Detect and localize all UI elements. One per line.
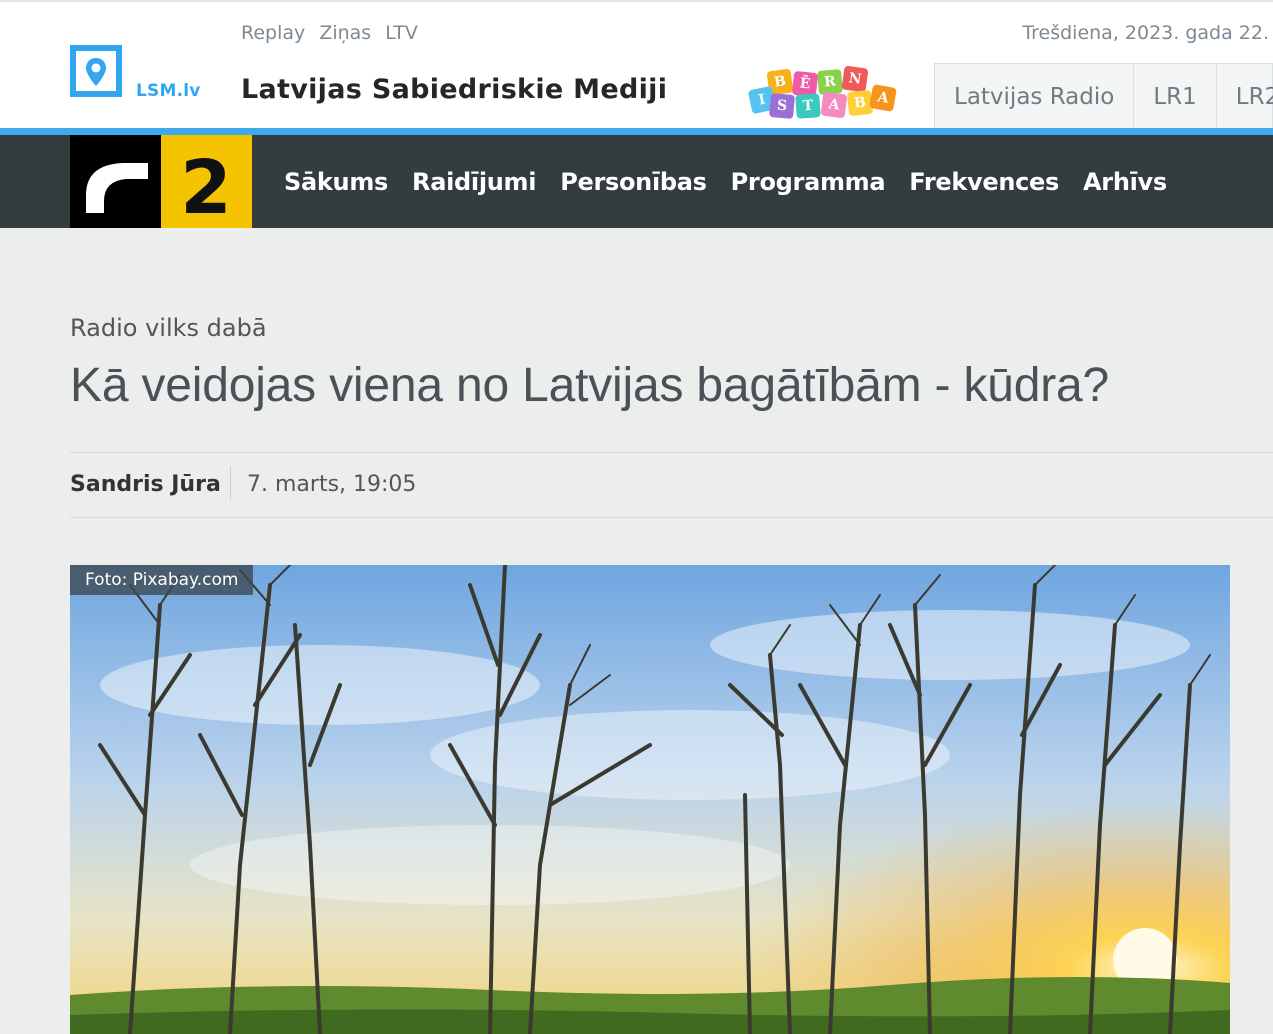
bernistaba-letter: S xyxy=(768,92,796,120)
main-navigation: 2 Sākums Raidījumi Personības Programma … xyxy=(0,135,1273,231)
landscape-photo xyxy=(70,565,1230,1034)
divider xyxy=(230,466,231,500)
header-accent-line xyxy=(0,128,1273,135)
channel-tabs: Latvijas Radio LR1 LR2 xyxy=(934,63,1273,131)
article-kicker[interactable]: Radio vilks dabā xyxy=(70,314,267,342)
bernistaba-letter: A xyxy=(820,91,848,119)
channel-tab-lr1[interactable]: LR1 xyxy=(1134,64,1217,131)
bernistaba-letter: A xyxy=(869,84,897,112)
nav-item-arhivs[interactable]: Arhīvs xyxy=(1083,168,1167,196)
lr2-logo[interactable]: 2 xyxy=(70,135,252,231)
bernistaba-letter: N xyxy=(841,65,869,93)
photo-credit: Foto: Pixabay.com xyxy=(70,565,254,595)
brand-title[interactable]: Latvijas Sabiedriskie Mediji xyxy=(241,74,667,105)
nav-item-personibas[interactable]: Personības xyxy=(560,168,707,196)
nav-menu: Sākums Raidījumi Personības Programma Fr… xyxy=(284,135,1191,228)
lsm-logo[interactable]: LSM.lv xyxy=(70,45,210,109)
nav-item-programma[interactable]: Programma xyxy=(731,168,886,196)
location-pin-icon xyxy=(70,45,122,97)
current-date: Trešdiena, 2023. gada 22. xyxy=(1022,22,1269,44)
bernistaba-letter: T xyxy=(795,93,821,119)
bernistaba-letter: R xyxy=(816,68,844,96)
top-links: Replay Ziņas LTV xyxy=(241,22,426,44)
top-header: LSM.lv Replay Ziņas LTV Latvijas Sabiedr… xyxy=(0,0,1273,131)
article-title: Kā veidojas viena no Latvijas bagātībām … xyxy=(70,359,1110,412)
nav-item-raidijumi[interactable]: Raidījumi xyxy=(412,168,536,196)
channel-tab-lr2[interactable]: LR2 xyxy=(1217,64,1273,131)
lsm-logo-text: LSM.lv xyxy=(136,81,201,101)
top-link-ltv[interactable]: LTV xyxy=(385,22,418,44)
top-link-zinas[interactable]: Ziņas xyxy=(319,22,371,44)
divider xyxy=(70,452,1273,453)
top-link-replay[interactable]: Replay xyxy=(241,22,305,44)
bernistaba-logo[interactable]: B Ē R N I S T A B A xyxy=(747,64,900,120)
divider xyxy=(70,517,1273,518)
nav-item-frekvences[interactable]: Frekvences xyxy=(909,168,1059,196)
article-author[interactable]: Sandris Jūra xyxy=(70,472,221,497)
article-date: 7. marts, 19:05 xyxy=(247,472,417,497)
article-photo[interactable] xyxy=(70,565,1230,1034)
lr2-logo-graphic: 2 xyxy=(70,135,252,231)
lr2-logo-number: 2 xyxy=(180,145,232,228)
article-area: Radio vilks dabā Kā veidojas viena no La… xyxy=(0,228,1273,1034)
channel-tab-latvijas-radio[interactable]: Latvijas Radio xyxy=(935,64,1135,131)
nav-item-sakums[interactable]: Sākums xyxy=(284,168,388,196)
